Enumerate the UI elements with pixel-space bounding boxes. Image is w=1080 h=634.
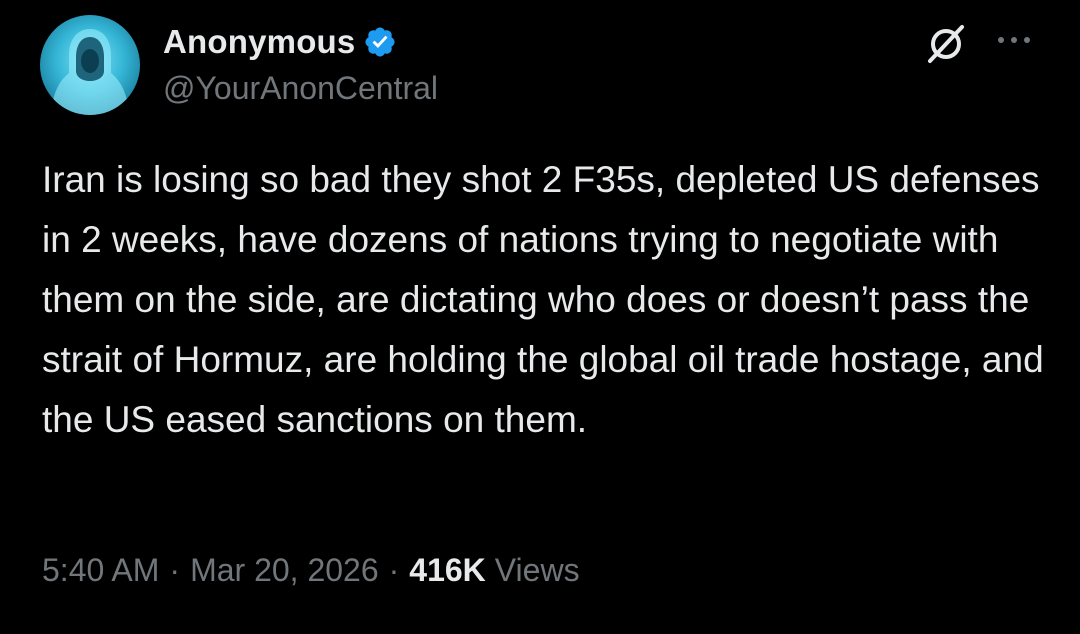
author-handle[interactable]: @YourAnonCentral [163, 70, 438, 107]
verified-badge-icon [365, 27, 395, 57]
meta-separator: · [388, 552, 400, 588]
more-horizontal-icon[interactable] [994, 28, 1034, 52]
tweet-card: Anonymous @YourAnonCentral Iran is losin… [0, 0, 1080, 634]
hooded-figure-avatar-icon [50, 29, 130, 115]
avatar[interactable] [40, 15, 140, 115]
meta-separator: · [169, 552, 181, 588]
views-count[interactable]: 416K [409, 552, 486, 589]
tweet-date[interactable]: Mar 20, 2026 [190, 552, 379, 589]
tweet-metadata: 5:40 AM · Mar 20, 2026 · 416K Views [42, 552, 580, 589]
tweet-time[interactable]: 5:40 AM [42, 552, 159, 589]
author-display-name[interactable]: Anonymous [163, 23, 355, 61]
author-name-row: Anonymous [163, 20, 397, 64]
tweet-text: Iran is losing so bad they shot 2 F35s, … [42, 159, 1044, 440]
views-label: Views [494, 552, 580, 588]
grok-icon[interactable] [922, 20, 970, 68]
